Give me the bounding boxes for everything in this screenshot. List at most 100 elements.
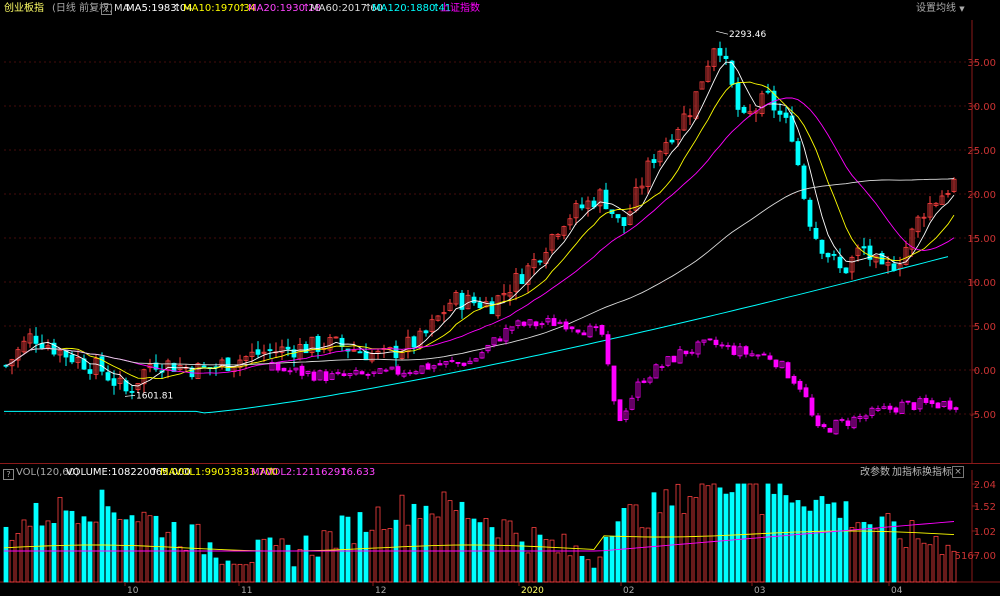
overlay-body bbox=[893, 407, 899, 413]
volume-bar bbox=[495, 537, 501, 583]
volume-bar bbox=[411, 503, 417, 583]
volume-bar bbox=[105, 506, 111, 583]
overlay-body bbox=[845, 420, 851, 426]
volume-bar bbox=[399, 494, 405, 583]
overlay-body bbox=[521, 321, 527, 326]
overlay-body bbox=[947, 400, 953, 410]
candle-body bbox=[801, 165, 807, 199]
overlay-body bbox=[821, 424, 827, 428]
volume-bar bbox=[231, 563, 237, 583]
volume-bar bbox=[603, 536, 609, 583]
date-axis-label: 11 bbox=[241, 586, 252, 596]
volume-bar bbox=[435, 516, 441, 583]
volume-bar bbox=[321, 530, 327, 583]
volume-bar bbox=[255, 539, 261, 583]
volume-bar bbox=[891, 521, 897, 583]
volume-bar bbox=[873, 528, 879, 583]
candle-body bbox=[843, 267, 849, 274]
overlay-body bbox=[299, 365, 305, 376]
candle-body bbox=[669, 139, 675, 143]
volume-bar bbox=[801, 506, 807, 583]
volume-bar bbox=[381, 529, 387, 583]
price-axis-label: -5.00 bbox=[970, 410, 996, 421]
edit-params-button[interactable]: 改参数 bbox=[860, 465, 890, 481]
volume-bar bbox=[615, 521, 621, 583]
help-icon[interactable]: ? bbox=[3, 469, 14, 480]
candle-body bbox=[285, 346, 291, 350]
overlay-body bbox=[455, 362, 461, 364]
overlay-body bbox=[815, 415, 821, 427]
volume-bar bbox=[99, 489, 105, 583]
volume-bar bbox=[879, 516, 885, 583]
volume-bar bbox=[249, 561, 255, 583]
volume-bar bbox=[591, 567, 597, 583]
add-indicator-button[interactable]: 加指标 bbox=[892, 465, 922, 481]
volume-bar bbox=[609, 535, 615, 583]
date-axis-label: 04 bbox=[891, 586, 903, 596]
volume-axis-label: 2.04 bbox=[974, 480, 996, 491]
volume-bar bbox=[87, 521, 93, 583]
volume-bar bbox=[471, 518, 477, 583]
volume-bar bbox=[15, 533, 21, 583]
volume-bar bbox=[9, 539, 15, 583]
volume-bar bbox=[459, 501, 465, 583]
ma10-line bbox=[5, 81, 955, 380]
volume-bar bbox=[585, 559, 591, 583]
change-indicator-button[interactable]: 换指标 bbox=[922, 465, 952, 481]
volume-bar bbox=[57, 496, 63, 583]
volume-bar bbox=[171, 522, 177, 583]
volume-bar bbox=[855, 522, 861, 583]
volume-bar bbox=[27, 525, 33, 583]
overlay-body bbox=[713, 339, 719, 346]
candle-body bbox=[807, 199, 813, 227]
close-icon[interactable]: × bbox=[952, 466, 964, 478]
panel-divider bbox=[0, 463, 1000, 464]
candle-body bbox=[411, 336, 417, 348]
volume-bar bbox=[327, 531, 333, 583]
volume-bar bbox=[315, 556, 321, 583]
overlay-body bbox=[641, 380, 647, 383]
candle-body bbox=[777, 110, 783, 115]
volume-bar bbox=[213, 557, 219, 583]
volume-bar bbox=[453, 510, 459, 583]
volume-bar bbox=[111, 512, 117, 583]
volume-bar bbox=[645, 527, 651, 583]
overlay-body bbox=[671, 355, 677, 363]
candle-body bbox=[477, 302, 483, 309]
overlay-body bbox=[905, 400, 911, 403]
volume-bar bbox=[177, 546, 183, 583]
volume-bar bbox=[291, 566, 297, 583]
volume-bar bbox=[483, 518, 489, 583]
candle-body bbox=[723, 55, 729, 59]
ma20-line bbox=[5, 97, 955, 374]
volume-axis-label: 1.02 bbox=[974, 527, 996, 538]
candle-body bbox=[423, 330, 429, 334]
volume-bar bbox=[339, 515, 345, 583]
volume-bar bbox=[579, 555, 585, 583]
low-annotation: 1601.81 bbox=[136, 391, 173, 401]
candle-body bbox=[339, 337, 345, 347]
candlestick-chart[interactable]: 35.0030.0025.0020.0015.0010.005.000.00-5… bbox=[0, 0, 1000, 596]
volume-bar bbox=[837, 517, 843, 583]
overlay-body bbox=[275, 363, 281, 371]
overlay-body bbox=[773, 359, 779, 368]
overlay-body bbox=[731, 345, 737, 355]
volume-bar bbox=[423, 505, 429, 583]
overlay-body bbox=[767, 355, 773, 360]
volume-bar bbox=[159, 537, 165, 583]
volume-bar bbox=[621, 508, 627, 583]
volume-bar bbox=[63, 510, 69, 583]
candle-body bbox=[39, 343, 45, 349]
candle-body bbox=[891, 263, 897, 271]
volume-bar bbox=[915, 538, 921, 583]
candle-body bbox=[69, 354, 75, 363]
overlay-body bbox=[575, 329, 581, 333]
up-arrow-icon: ↑ bbox=[150, 467, 159, 478]
overlay-body bbox=[785, 362, 791, 379]
volume-bar bbox=[699, 483, 705, 583]
overlay-body bbox=[281, 367, 287, 372]
volume-bar bbox=[369, 529, 375, 583]
volume-bar bbox=[531, 527, 537, 583]
overlay-body bbox=[449, 360, 455, 362]
volume-bar bbox=[933, 535, 939, 583]
